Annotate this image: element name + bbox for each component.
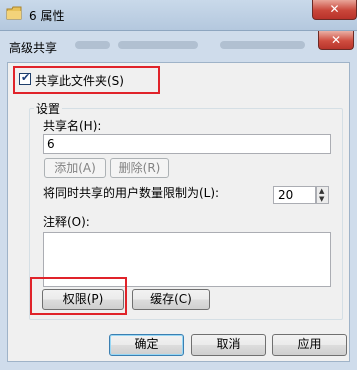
blurred-title-area [118,41,198,49]
user-limit-input[interactable]: 20 [273,186,316,204]
cancel-button[interactable]: 取消 [191,334,266,356]
user-limit-label: 将同时共享的用户数量限制为(L): [43,186,220,200]
dialog-title: 高级共享 [9,41,58,55]
caching-button[interactable]: 缓存(C) [132,289,210,310]
share-name-value: 6 [47,137,55,151]
close-icon: ✕ [330,33,342,47]
dialog-titlebar: 高级共享 ✕ [0,31,357,59]
highlight-box-permissions [30,277,127,315]
settings-legend: 设置 [34,100,63,117]
blurred-title-area [75,41,110,49]
folder-icon [6,6,22,20]
comment-label: 注释(O): [43,215,90,229]
ok-button[interactable]: 确定 [109,334,184,356]
share-name-input[interactable]: 6 [43,134,331,154]
remove-button[interactable]: 删除(R) [110,158,169,178]
user-limit-spinner[interactable]: ▲ ▼ [316,186,329,204]
add-button[interactable]: 添加(A) [44,158,106,178]
highlight-box-share [13,66,160,94]
spin-up-icon[interactable]: ▲ [319,187,324,195]
background-close-button[interactable]: ✕ [312,0,357,20]
background-window-title: 6 属性 [29,9,65,23]
dialog-close-button[interactable]: ✕ [318,31,354,50]
background-window-titlebar: 6 属性 ✕ [0,0,357,30]
close-icon: ✕ [329,2,340,16]
share-name-label: 共享名(H): [43,119,102,133]
user-limit-value: 20 [278,188,294,202]
spin-down-icon[interactable]: ▼ [319,195,324,203]
apply-button[interactable]: 应用 [272,334,347,356]
blurred-title-area [220,41,305,49]
